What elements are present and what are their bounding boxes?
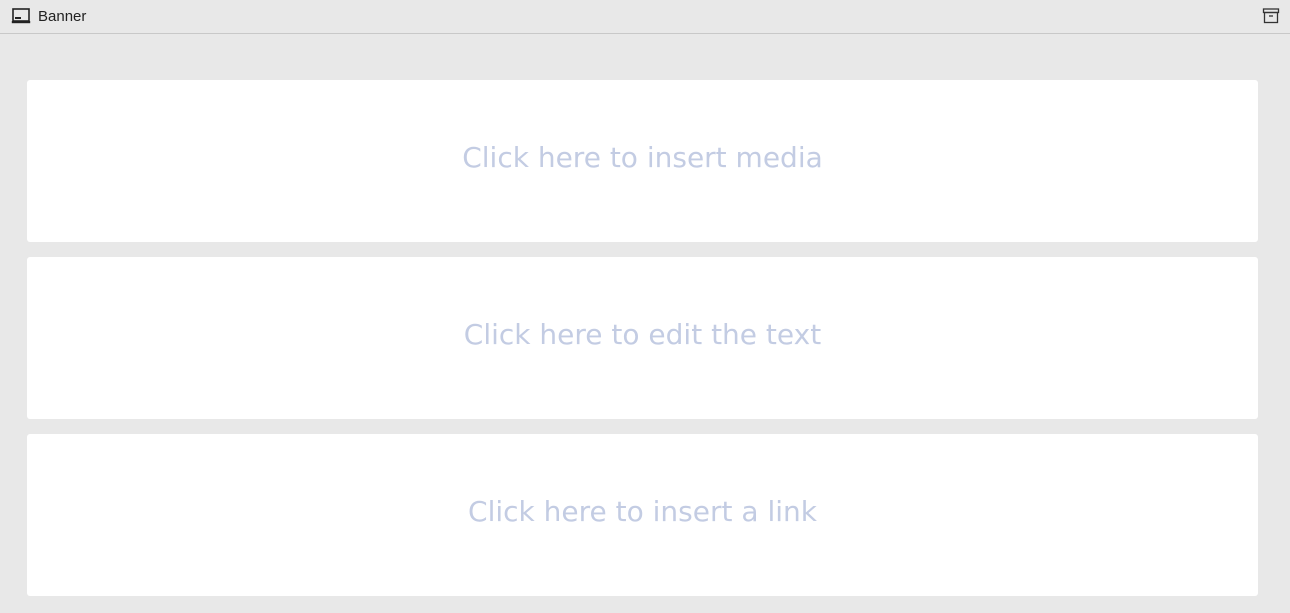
insert-media-label: Click here to insert media	[462, 140, 823, 174]
edit-text-label: Click here to edit the text	[463, 317, 822, 351]
banner-icon	[11, 7, 31, 25]
component-title: Banner	[38, 8, 87, 25]
component-header: Banner	[0, 0, 1290, 34]
archive-icon[interactable]	[1262, 7, 1280, 25]
insert-media-area[interactable]: Click here to insert media	[27, 80, 1258, 242]
insert-link-area[interactable]: Click here to insert a link	[27, 434, 1258, 596]
edit-text-area[interactable]: Click here to edit the text	[27, 257, 1258, 419]
insert-link-label: Click here to insert a link	[468, 494, 817, 528]
